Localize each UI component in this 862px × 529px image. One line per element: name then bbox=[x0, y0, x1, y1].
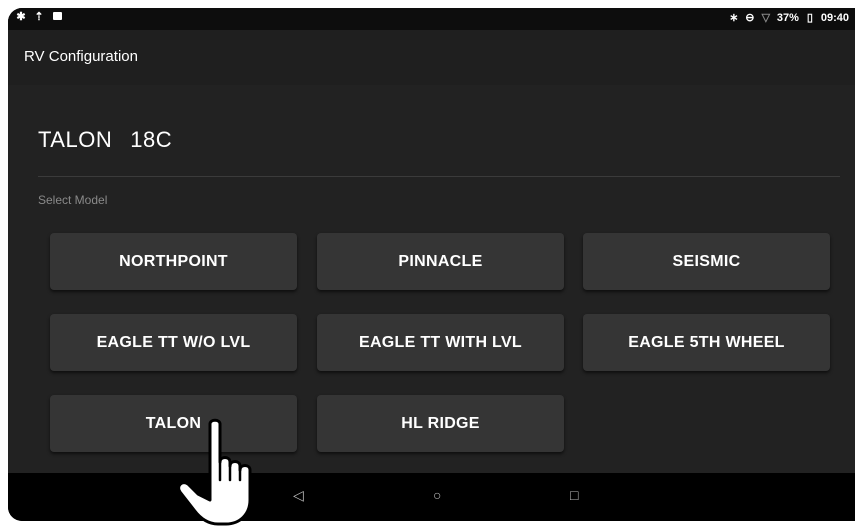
tablet-screen: ✱ ⇡ ∗ ⊖ ▽ 37% ▯ 09:40 RV Configuration T… bbox=[8, 8, 855, 521]
bluetooth-icon: ∗ bbox=[729, 12, 739, 24]
status-bar: ✱ ⇡ ∗ ⊖ ▽ 37% ▯ 09:40 bbox=[8, 8, 855, 30]
clock: 09:40 bbox=[820, 12, 849, 24]
battery-percent: 37% bbox=[776, 12, 799, 24]
model-button-pinnacle[interactable]: PINNACLE bbox=[317, 233, 564, 290]
settings-icon: ✱ bbox=[16, 11, 26, 23]
current-rv: TALON 18C bbox=[38, 127, 172, 153]
model-button-eagle-5th-wheel[interactable]: EAGLE 5TH WHEEL bbox=[583, 314, 830, 371]
battery-icon: ▯ bbox=[806, 12, 813, 24]
model-button-eagle-tt-wo-lvl[interactable]: EAGLE TT W/O LVL bbox=[50, 314, 297, 371]
model-button-seismic[interactable]: SEISMIC bbox=[583, 233, 830, 290]
navigation-bar: ◁ ○ □ bbox=[8, 473, 855, 521]
upload-icon: ⇡ bbox=[34, 11, 44, 23]
main-content: TALON 18C Select Model NORTHPOINT PINNACL… bbox=[8, 85, 855, 473]
model-button-eagle-tt-with-lvl[interactable]: EAGLE TT WITH LVL bbox=[317, 314, 564, 371]
recents-button[interactable]: □ bbox=[570, 487, 578, 503]
model-button-hl-ridge[interactable]: HL RIDGE bbox=[317, 395, 564, 452]
wifi-icon: ▽ bbox=[761, 12, 771, 24]
do-not-disturb-icon: ⊖ bbox=[745, 12, 755, 24]
home-button[interactable]: ○ bbox=[433, 487, 441, 503]
current-brand: TALON bbox=[38, 127, 113, 152]
select-model-label: Select Model bbox=[38, 193, 108, 207]
app-bar: RV Configuration bbox=[8, 30, 855, 85]
image-icon bbox=[52, 12, 62, 22]
divider bbox=[38, 176, 840, 177]
tap-hand-icon bbox=[177, 418, 252, 526]
back-button[interactable]: ◁ bbox=[293, 487, 304, 504]
model-button-northpoint[interactable]: NORTHPOINT bbox=[50, 233, 297, 290]
app-title: RV Configuration bbox=[24, 48, 138, 65]
current-model: 18C bbox=[130, 127, 173, 152]
